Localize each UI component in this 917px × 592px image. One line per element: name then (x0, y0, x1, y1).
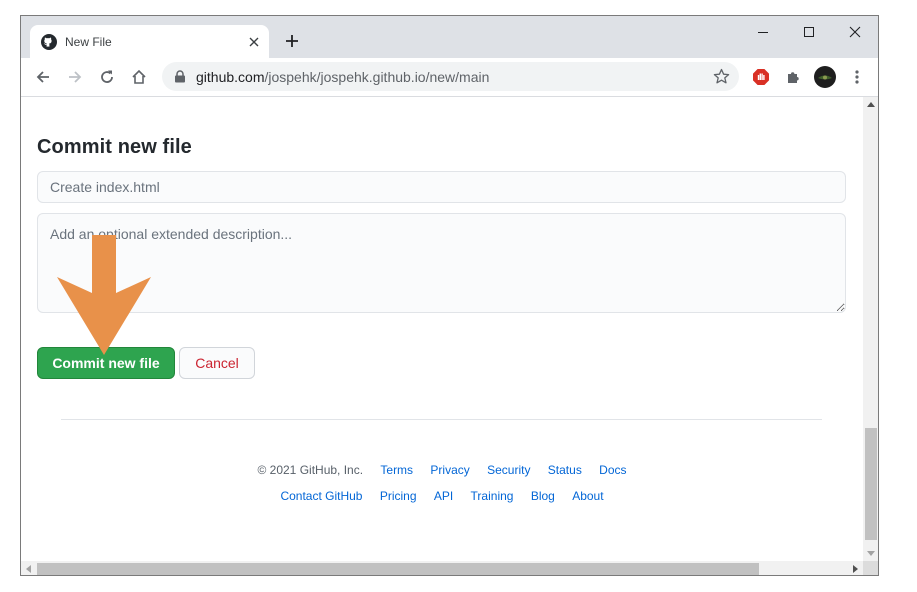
browser-toolbar: github.com/jospehk/jospehk.github.io/new… (21, 58, 878, 97)
vertical-scrollbar[interactable] (863, 97, 878, 561)
scrollbar-corner (863, 561, 878, 575)
github-icon (41, 34, 57, 50)
tab-new-file[interactable]: New File (30, 25, 269, 58)
scroll-up-icon[interactable] (867, 101, 875, 107)
tab-title: New File (65, 35, 112, 49)
bookmark-star-icon[interactable] (713, 68, 730, 85)
horizontal-scrollbar[interactable] (21, 561, 863, 575)
cancel-button[interactable]: Cancel (179, 347, 255, 379)
footer-link-about[interactable]: About (572, 489, 603, 503)
scroll-right-icon[interactable] (853, 565, 859, 573)
footer-link-security[interactable]: Security (487, 463, 530, 477)
footer-link-blog[interactable]: Blog (531, 489, 555, 503)
horizontal-scroll-thumb[interactable] (37, 563, 759, 575)
footer-link-contact-github[interactable]: Contact GitHub (280, 489, 362, 503)
profile-avatar-icon[interactable] (813, 65, 837, 89)
extensions-puzzle-icon[interactable] (781, 65, 805, 89)
footer-link-docs[interactable]: Docs (599, 463, 626, 477)
browser-window: New File github.com/jospehk/jospehk.gith… (20, 15, 879, 576)
url-path: /jospehk/jospehk.github.io/new/main (264, 69, 490, 85)
vertical-scroll-thumb[interactable] (865, 428, 877, 540)
commit-description-textarea[interactable] (37, 213, 846, 313)
footer-row-primary: © 2021 GitHub, Inc. Terms Privacy Securi… (21, 462, 863, 478)
footer-divider (61, 419, 822, 420)
back-icon[interactable] (29, 63, 57, 91)
footer-link-api[interactable]: API (434, 489, 453, 503)
tab-strip: New File (21, 16, 878, 58)
home-icon[interactable] (125, 63, 153, 91)
commit-heading: Commit new file (37, 136, 192, 158)
footer-link-terms[interactable]: Terms (380, 463, 413, 477)
window-close-icon[interactable] (832, 20, 878, 44)
chrome-menu-icon[interactable] (845, 65, 869, 89)
adblock-extension-icon[interactable] (749, 65, 773, 89)
page-viewport: Commit new file Commit new file Cancel ©… (21, 97, 863, 561)
scroll-down-icon[interactable] (867, 551, 875, 557)
footer-link-privacy[interactable]: Privacy (430, 463, 469, 477)
url-host: github.com (196, 69, 265, 85)
reload-icon[interactable] (93, 63, 121, 91)
maximize-icon[interactable] (786, 20, 832, 44)
new-tab-icon[interactable] (281, 30, 303, 52)
footer-link-pricing[interactable]: Pricing (380, 489, 417, 503)
forward-icon[interactable] (61, 63, 89, 91)
footer-link-status[interactable]: Status (548, 463, 582, 477)
lock-icon[interactable] (174, 70, 186, 83)
footer-link-training[interactable]: Training (471, 489, 514, 503)
commit-summary-input[interactable] (37, 171, 846, 203)
address-bar[interactable]: github.com/jospehk/jospehk.github.io/new… (162, 62, 739, 91)
down-arrow-icon (57, 235, 151, 355)
copyright-text: © 2021 GitHub, Inc. (257, 463, 364, 477)
minimize-icon[interactable] (740, 20, 786, 44)
scroll-left-icon[interactable] (25, 565, 31, 573)
close-tab-icon[interactable] (245, 33, 263, 51)
url-text: github.com/jospehk/jospehk.github.io/new… (196, 69, 489, 85)
footer-row-secondary: Contact GitHub Pricing API Training Blog… (21, 488, 863, 504)
